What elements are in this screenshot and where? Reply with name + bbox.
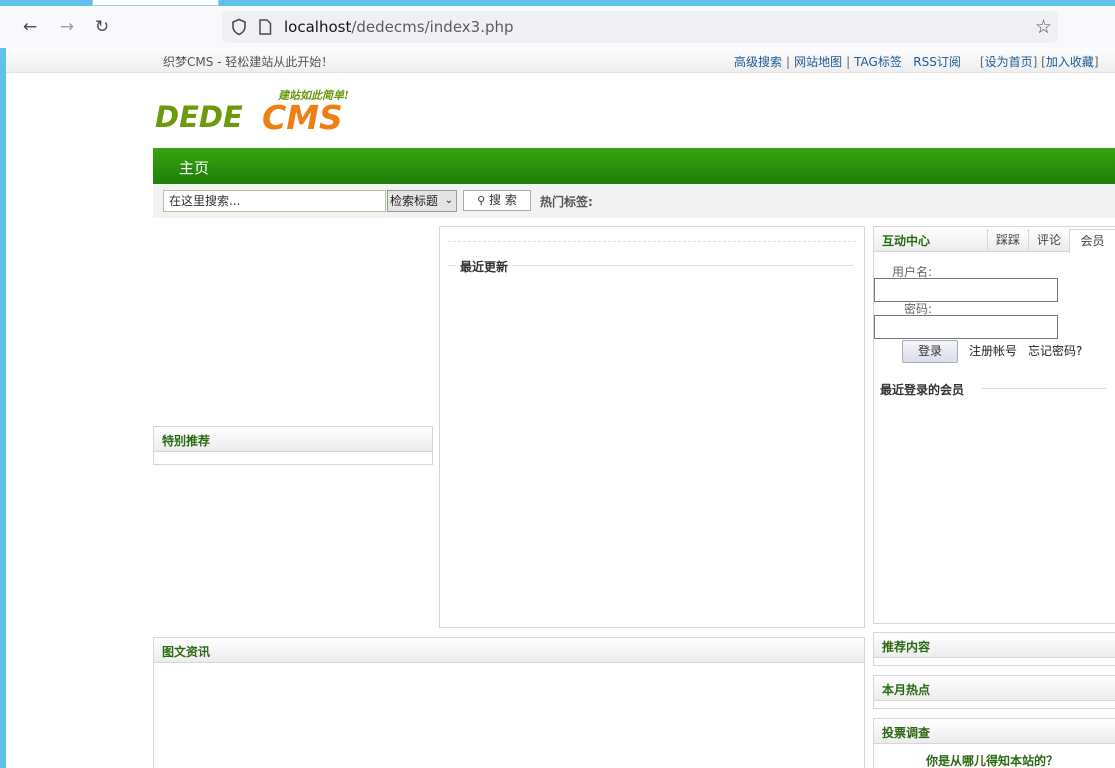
search-input[interactable]: 在这里搜索... (163, 190, 386, 212)
register-link[interactable]: 注册帐号 (969, 342, 1017, 359)
search-bar: 在这里搜索... 检索标题 ⌄ ⚲ 搜 索 热门标签: (153, 184, 1115, 218)
hot-tags-label: 热门标签: (540, 195, 593, 209)
tab-comments[interactable]: 评论 (1028, 229, 1069, 251)
search-button[interactable]: ⚲ 搜 索 (463, 190, 531, 211)
dashed-divider (448, 241, 856, 243)
forgot-password-link[interactable]: 忘记密码? (1028, 342, 1082, 359)
latest-updates-box: 最近更新 (439, 226, 865, 628)
photo-news-header: 图文资讯 (154, 638, 864, 663)
photo-news-box: 图文资讯 (153, 637, 865, 768)
special-recommend-box: 特别推荐 (153, 426, 433, 465)
page-info-icon[interactable] (258, 19, 272, 35)
recent-members-rule (982, 388, 1106, 389)
interaction-center-header: 互动中心 踩踩 评论 会员 (874, 227, 1115, 253)
special-recommend-title: 特别推荐 (162, 434, 211, 448)
recent-members-title: 最近登录的会员 (876, 381, 969, 398)
interaction-center-title: 互动中心 (882, 234, 931, 248)
monthly-hot-header: 本月热点 (874, 676, 1115, 701)
recommend-title: 推荐内容 (882, 640, 931, 654)
svg-text:CMS: CMS (262, 98, 343, 137)
recommend-header: 推荐内容 (874, 633, 1115, 658)
latest-updates-title: 最近更新 (456, 258, 513, 275)
address-bar[interactable]: localhost/dedecms/index3.php ☆ (222, 11, 1058, 43)
back-arrow-icon[interactable]: ← (18, 15, 42, 39)
interaction-center-box: 互动中心 踩踩 评论 会员 用户名: 密码: 登录 注册帐号 忘记密码? 最近登… (873, 226, 1115, 624)
search-type-value: 检索标题 (390, 194, 439, 208)
special-recommend-header: 特别推荐 (154, 427, 432, 452)
reload-icon[interactable]: ↻ (90, 15, 114, 39)
top-links: 高级搜索 | 网站地图 | TAG标签 RSS订阅 [设为首页] [加入收藏] (734, 55, 1099, 69)
search-button-label: 搜 索 (489, 193, 517, 207)
login-button[interactable]: 登录 (902, 340, 958, 363)
advanced-search-link[interactable]: 高级搜索 (734, 55, 782, 69)
bookmark-star-icon[interactable]: ☆ (1035, 16, 1052, 38)
tag-link[interactable]: TAG标签 (854, 55, 902, 69)
poll-header: 投票调查 (874, 719, 1115, 744)
username-field[interactable] (874, 278, 1058, 302)
site-slogan: 织梦CMS - 轻松建站从此开始！ (163, 55, 334, 69)
url-text[interactable]: localhost/dedecms/index3.php (284, 17, 514, 37)
top-links-bar: 织梦CMS - 轻松建站从此开始！ 高级搜索 | 网站地图 | TAG标签 RSS订阅 … (6, 48, 1115, 73)
dedecms-page: 织梦CMS - 轻松建站从此开始！ 高级搜索 | 网站地图 | TAG标签 RSS订阅 … (6, 48, 1115, 768)
chevron-down-icon: ⌄ (444, 195, 453, 206)
search-type-select[interactable]: 检索标题 ⌄ (387, 190, 457, 212)
password-field[interactable] (874, 315, 1058, 339)
forward-arrow-icon[interactable]: → (55, 15, 79, 39)
recommend-box: 推荐内容 (873, 632, 1115, 666)
poll-box: 投票调查 你是从哪儿得知本站的？ (873, 718, 1115, 768)
photo-news-title: 图文资讯 (162, 645, 211, 659)
main-nav: 主页 (153, 148, 1115, 184)
shield-icon[interactable] (230, 18, 248, 36)
poll-question: 你是从哪儿得知本站的？ (926, 754, 1059, 768)
dedecms-logo[interactable]: 建站如此简单! DEDE CMS (154, 86, 369, 138)
tab-members[interactable]: 会员 (1069, 229, 1115, 253)
sitemap-link[interactable]: 网站地图 (794, 55, 842, 69)
svg-text:DEDE: DEDE (155, 100, 243, 134)
set-homepage-link[interactable]: 设为首页 (985, 55, 1033, 69)
magnifier-icon: ⚲ (477, 194, 486, 207)
browser-toolbar: ← → ↻ localhost/dedecms/index3.php ☆ (0, 6, 1115, 49)
rss-link[interactable]: RSS订阅 (913, 55, 961, 69)
tab-stomp[interactable]: 踩踩 (987, 229, 1028, 251)
nav-home[interactable]: 主页 (179, 157, 209, 178)
monthly-hot-box: 本月热点 (873, 675, 1115, 709)
add-favorite-link[interactable]: 加入收藏 (1046, 55, 1094, 69)
poll-title: 投票调查 (882, 726, 931, 740)
monthly-hot-title: 本月热点 (882, 683, 931, 697)
